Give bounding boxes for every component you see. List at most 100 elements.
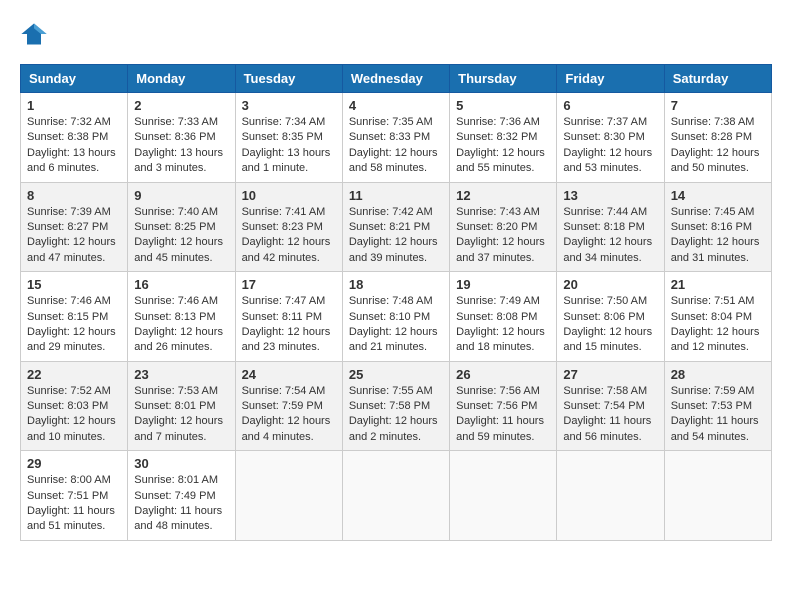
cell-info: Sunrise: 7:46 AM Sunset: 8:13 PM Dayligh… bbox=[134, 294, 228, 356]
calendar-cell bbox=[342, 451, 449, 541]
day-number: 20 bbox=[563, 277, 657, 292]
calendar-cell: 11 Sunrise: 7:42 AM Sunset: 8:21 PM Dayli… bbox=[342, 182, 449, 272]
calendar-cell: 30 Sunrise: 8:01 AM Sunset: 7:49 PM Dayli… bbox=[128, 451, 235, 541]
column-header-tuesday: Tuesday bbox=[235, 65, 342, 93]
day-number: 29 bbox=[27, 456, 121, 471]
logo-icon bbox=[20, 20, 48, 48]
cell-info: Sunrise: 7:34 AM Sunset: 8:35 PM Dayligh… bbox=[242, 115, 336, 177]
column-header-wednesday: Wednesday bbox=[342, 65, 449, 93]
day-number: 9 bbox=[134, 188, 228, 203]
day-number: 3 bbox=[242, 98, 336, 113]
cell-info: Sunrise: 7:56 AM Sunset: 7:56 PM Dayligh… bbox=[456, 384, 550, 446]
column-header-sunday: Sunday bbox=[21, 65, 128, 93]
calendar-cell: 29 Sunrise: 8:00 AM Sunset: 7:51 PM Dayli… bbox=[21, 451, 128, 541]
cell-info: Sunrise: 7:53 AM Sunset: 8:01 PM Dayligh… bbox=[134, 384, 228, 446]
cell-info: Sunrise: 8:00 AM Sunset: 7:51 PM Dayligh… bbox=[27, 473, 121, 535]
calendar-cell bbox=[235, 451, 342, 541]
day-number: 12 bbox=[456, 188, 550, 203]
day-number: 18 bbox=[349, 277, 443, 292]
cell-info: Sunrise: 7:50 AM Sunset: 8:06 PM Dayligh… bbox=[563, 294, 657, 356]
calendar-cell: 10 Sunrise: 7:41 AM Sunset: 8:23 PM Dayli… bbox=[235, 182, 342, 272]
day-number: 5 bbox=[456, 98, 550, 113]
cell-info: Sunrise: 7:33 AM Sunset: 8:36 PM Dayligh… bbox=[134, 115, 228, 177]
calendar-cell: 27 Sunrise: 7:58 AM Sunset: 7:54 PM Dayli… bbox=[557, 361, 664, 451]
day-number: 17 bbox=[242, 277, 336, 292]
day-number: 23 bbox=[134, 367, 228, 382]
cell-info: Sunrise: 7:44 AM Sunset: 8:18 PM Dayligh… bbox=[563, 205, 657, 267]
calendar-cell: 13 Sunrise: 7:44 AM Sunset: 8:18 PM Dayli… bbox=[557, 182, 664, 272]
calendar-cell: 15Sunrise: 7:46 AM Sunset: 8:15 PM Dayli… bbox=[21, 272, 128, 362]
calendar-cell: 5 Sunrise: 7:36 AM Sunset: 8:32 PM Daylig… bbox=[450, 93, 557, 183]
week-row-3: 15Sunrise: 7:46 AM Sunset: 8:15 PM Dayli… bbox=[21, 272, 772, 362]
day-number: 21 bbox=[671, 277, 765, 292]
calendar-cell: 9 Sunrise: 7:40 AM Sunset: 8:25 PM Daylig… bbox=[128, 182, 235, 272]
day-number: 30 bbox=[134, 456, 228, 471]
cell-info: Sunrise: 7:52 AM Sunset: 8:03 PM Dayligh… bbox=[27, 384, 121, 446]
column-header-thursday: Thursday bbox=[450, 65, 557, 93]
calendar-cell: 8 Sunrise: 7:39 AM Sunset: 8:27 PM Daylig… bbox=[21, 182, 128, 272]
day-number: 25 bbox=[349, 367, 443, 382]
cell-info: Sunrise: 7:49 AM Sunset: 8:08 PM Dayligh… bbox=[456, 294, 550, 356]
calendar-cell: 26 Sunrise: 7:56 AM Sunset: 7:56 PM Dayli… bbox=[450, 361, 557, 451]
calendar-cell: 12 Sunrise: 7:43 AM Sunset: 8:20 PM Dayli… bbox=[450, 182, 557, 272]
week-row-1: 1 Sunrise: 7:32 AM Sunset: 8:38 PM Daylig… bbox=[21, 93, 772, 183]
column-header-monday: Monday bbox=[128, 65, 235, 93]
day-number: 22 bbox=[27, 367, 121, 382]
cell-info: Sunrise: 7:32 AM Sunset: 8:38 PM Dayligh… bbox=[27, 115, 121, 177]
week-row-4: 22 Sunrise: 7:52 AM Sunset: 8:03 PM Dayli… bbox=[21, 361, 772, 451]
cell-info: Sunrise: 7:43 AM Sunset: 8:20 PM Dayligh… bbox=[456, 205, 550, 267]
week-row-2: 8 Sunrise: 7:39 AM Sunset: 8:27 PM Daylig… bbox=[21, 182, 772, 272]
calendar-cell: 18 Sunrise: 7:48 AM Sunset: 8:10 PM Dayli… bbox=[342, 272, 449, 362]
header-row: SundayMondayTuesdayWednesdayThursdayFrid… bbox=[21, 65, 772, 93]
day-number: 8 bbox=[27, 188, 121, 203]
calendar-cell: 28Sunrise: 7:59 AM Sunset: 7:53 PM Dayli… bbox=[664, 361, 771, 451]
day-number: 10 bbox=[242, 188, 336, 203]
calendar-cell: 24 Sunrise: 7:54 AM Sunset: 7:59 PM Dayli… bbox=[235, 361, 342, 451]
calendar-cell: 1 Sunrise: 7:32 AM Sunset: 8:38 PM Daylig… bbox=[21, 93, 128, 183]
calendar-cell: 22 Sunrise: 7:52 AM Sunset: 8:03 PM Dayli… bbox=[21, 361, 128, 451]
calendar-cell: 14 Sunrise: 7:45 AM Sunset: 8:16 PM Dayli… bbox=[664, 182, 771, 272]
cell-info: Sunrise: 7:35 AM Sunset: 8:33 PM Dayligh… bbox=[349, 115, 443, 177]
day-number: 27 bbox=[563, 367, 657, 382]
logo bbox=[20, 20, 52, 48]
cell-info: Sunrise: 7:48 AM Sunset: 8:10 PM Dayligh… bbox=[349, 294, 443, 356]
calendar-cell: 4 Sunrise: 7:35 AM Sunset: 8:33 PM Daylig… bbox=[342, 93, 449, 183]
day-number: 2 bbox=[134, 98, 228, 113]
day-number: 11 bbox=[349, 188, 443, 203]
day-number: 1 bbox=[27, 98, 121, 113]
cell-info: Sunrise: 7:58 AM Sunset: 7:54 PM Dayligh… bbox=[563, 384, 657, 446]
cell-info: Sunrise: 7:55 AM Sunset: 7:58 PM Dayligh… bbox=[349, 384, 443, 446]
calendar-cell: 7Sunrise: 7:38 AM Sunset: 8:28 PM Daylig… bbox=[664, 93, 771, 183]
cell-info: Sunrise: 7:39 AM Sunset: 8:27 PM Dayligh… bbox=[27, 205, 121, 267]
column-header-saturday: Saturday bbox=[664, 65, 771, 93]
cell-info: Sunrise: 7:36 AM Sunset: 8:32 PM Dayligh… bbox=[456, 115, 550, 177]
cell-info: Sunrise: 7:41 AM Sunset: 8:23 PM Dayligh… bbox=[242, 205, 336, 267]
calendar-cell: 16 Sunrise: 7:46 AM Sunset: 8:13 PM Dayli… bbox=[128, 272, 235, 362]
cell-info: Sunrise: 7:42 AM Sunset: 8:21 PM Dayligh… bbox=[349, 205, 443, 267]
calendar-cell: 23 Sunrise: 7:53 AM Sunset: 8:01 PM Dayli… bbox=[128, 361, 235, 451]
calendar-cell bbox=[664, 451, 771, 541]
column-header-friday: Friday bbox=[557, 65, 664, 93]
calendar-cell: 2 Sunrise: 7:33 AM Sunset: 8:36 PM Daylig… bbox=[128, 93, 235, 183]
cell-info: Sunrise: 7:51 AM Sunset: 8:04 PM Dayligh… bbox=[671, 294, 765, 356]
cell-info: Sunrise: 7:46 AM Sunset: 8:15 PM Dayligh… bbox=[27, 294, 121, 356]
cell-info: Sunrise: 8:01 AM Sunset: 7:49 PM Dayligh… bbox=[134, 473, 228, 535]
calendar-cell: 6Sunrise: 7:37 AM Sunset: 8:30 PM Daylig… bbox=[557, 93, 664, 183]
cell-info: Sunrise: 7:54 AM Sunset: 7:59 PM Dayligh… bbox=[242, 384, 336, 446]
day-number: 6 bbox=[563, 98, 657, 113]
day-number: 24 bbox=[242, 367, 336, 382]
day-number: 4 bbox=[349, 98, 443, 113]
cell-info: Sunrise: 7:45 AM Sunset: 8:16 PM Dayligh… bbox=[671, 205, 765, 267]
cell-info: Sunrise: 7:38 AM Sunset: 8:28 PM Dayligh… bbox=[671, 115, 765, 177]
calendar-cell bbox=[450, 451, 557, 541]
calendar-cell: 21 Sunrise: 7:51 AM Sunset: 8:04 PM Dayli… bbox=[664, 272, 771, 362]
cell-info: Sunrise: 7:40 AM Sunset: 8:25 PM Dayligh… bbox=[134, 205, 228, 267]
calendar-cell: 20 Sunrise: 7:50 AM Sunset: 8:06 PM Dayli… bbox=[557, 272, 664, 362]
calendar-cell bbox=[557, 451, 664, 541]
calendar-cell: 19Sunrise: 7:49 AM Sunset: 8:08 PM Dayli… bbox=[450, 272, 557, 362]
day-number: 26 bbox=[456, 367, 550, 382]
day-number: 13 bbox=[563, 188, 657, 203]
day-number: 16 bbox=[134, 277, 228, 292]
day-number: 14 bbox=[671, 188, 765, 203]
calendar-cell: 3 Sunrise: 7:34 AM Sunset: 8:35 PM Daylig… bbox=[235, 93, 342, 183]
